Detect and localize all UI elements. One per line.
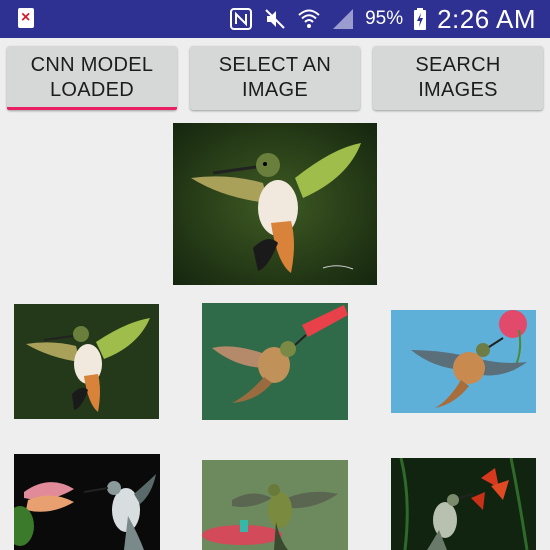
cnn-model-button[interactable]: CNN MODEL LOADED bbox=[7, 46, 177, 110]
result-image-4[interactable] bbox=[14, 454, 160, 550]
clock: 2:26 AM bbox=[437, 4, 536, 34]
search-images-button[interactable]: SEARCH IMAGES bbox=[373, 46, 543, 110]
nfc-icon bbox=[229, 7, 253, 31]
select-image-label: SELECT AN IMAGE bbox=[218, 54, 332, 101]
select-image-button[interactable]: SELECT AN IMAGE bbox=[190, 46, 360, 110]
signal-icon bbox=[331, 7, 355, 31]
status-icons: 95% 2:26 AM bbox=[229, 4, 536, 34]
action-toolbar: CNN MODEL LOADED SELECT AN IMAGE SEARCH … bbox=[7, 46, 547, 112]
notification-error-icon bbox=[18, 8, 34, 28]
query-image[interactable] bbox=[173, 123, 377, 285]
result-image-2[interactable] bbox=[202, 303, 348, 420]
search-images-label: SEARCH IMAGES bbox=[415, 54, 501, 101]
result-image-5[interactable] bbox=[202, 460, 348, 550]
battery-percent: 95% bbox=[365, 8, 404, 29]
cnn-model-label: CNN MODEL LOADED bbox=[30, 54, 154, 101]
wifi-icon bbox=[297, 7, 321, 31]
result-image-6[interactable] bbox=[391, 458, 536, 550]
mute-icon bbox=[263, 7, 287, 31]
result-image-1[interactable] bbox=[14, 304, 159, 419]
status-bar: 95% 2:26 AM bbox=[0, 0, 550, 38]
result-image-3[interactable] bbox=[391, 310, 536, 413]
battery-charging-icon bbox=[413, 7, 427, 31]
